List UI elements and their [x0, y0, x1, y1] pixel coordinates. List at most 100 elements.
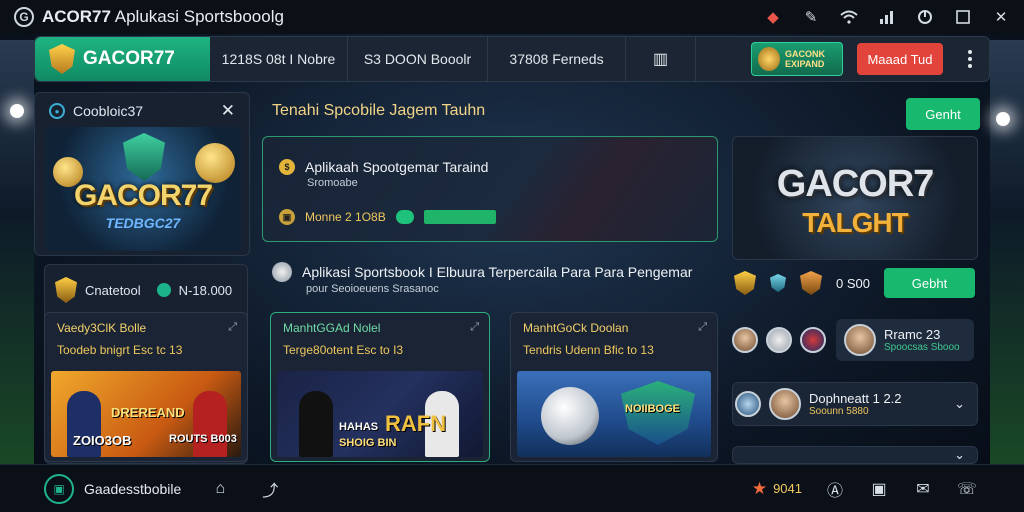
card-image: RAFN HAHAS SHOIG BIN: [277, 371, 483, 457]
brand-logo[interactable]: GACOR77: [35, 37, 210, 81]
image-caption: SHOIG BIN: [339, 437, 397, 449]
star-icon[interactable]: ★: [752, 479, 767, 499]
hero-title: GACOR77: [73, 179, 213, 212]
match-list-item[interactable]: Dophneatt 1 2.2 Soounn 5880 ⌄: [732, 382, 978, 426]
main-hero-banner[interactable]: GACOR7 TALGHT: [732, 136, 978, 260]
maximize-icon[interactable]: [954, 8, 972, 26]
power-icon[interactable]: [916, 8, 934, 26]
coin-icon: $: [279, 159, 295, 175]
trophy-icon: [758, 47, 780, 71]
soccer-ball-icon: [541, 387, 599, 445]
support-icon[interactable]: ☏: [956, 479, 978, 499]
sidebar-title: Coobloic37: [73, 103, 144, 119]
chevron-down-icon[interactable]: ⌄: [954, 396, 965, 412]
alert-icon[interactable]: ◆: [764, 8, 782, 26]
match-name: Dophneatt 1 2.2: [809, 391, 902, 406]
image-caption: NOIIBOGE: [625, 403, 681, 415]
image-caption: ROUTS B003: [169, 433, 237, 445]
share-icon[interactable]: ⤴: [259, 477, 281, 501]
section-title: Aplikasi Sportsbook I Elbuura Terpercail…: [302, 264, 693, 280]
top-navigation: GACOR77 1218S 08t I Nobre S3 DOON Booolr…: [34, 36, 990, 82]
sidebar-hero-banner[interactable]: GACOR77 TEDBGC27: [45, 127, 241, 251]
team-badge-icon: [800, 327, 826, 353]
team-badge-icon: [800, 271, 822, 295]
app-logo-icon: G: [14, 7, 34, 27]
promo-line: GACONK: [785, 49, 825, 59]
mail-icon[interactable]: ✉: [912, 479, 934, 499]
close-icon[interactable]: ✕: [992, 8, 1010, 26]
window-titlebar: G ACOR77 Aplukasi Sportsbooolg ◆ ✎ ✕: [0, 0, 1024, 34]
nav-tab[interactable]: 1218S 08t I Nobre: [210, 37, 348, 81]
top-action-button[interactable]: Genht: [906, 98, 980, 130]
signal-icon[interactable]: [878, 8, 896, 26]
window-title: ACOR77 Aplukasi Sportsbooolg: [42, 7, 284, 26]
team-badge-icon: [735, 391, 761, 417]
more-menu-icon[interactable]: [951, 50, 989, 68]
image-caption: HAHAS: [339, 421, 379, 433]
card-title: ManhtGGAd Nolel: [283, 321, 381, 335]
page-title: Tenahi Spcobile Jagem Tauhn: [272, 102, 486, 119]
status-dot-icon: [156, 283, 171, 297]
match-card[interactable]: ManhtGoCk Doolan ⤢ Tendris Udenn Bfic to…: [510, 312, 718, 462]
expand-icon[interactable]: ⤢: [698, 321, 707, 334]
points-value: 9041: [773, 481, 802, 496]
feature-balance: Monne 2 1O8B: [305, 210, 386, 224]
wallet-icon: ▣: [279, 209, 295, 225]
register-button[interactable]: Maaad Tud: [857, 43, 943, 75]
home-icon[interactable]: ⌂: [209, 480, 231, 498]
wifi-icon[interactable]: [840, 8, 858, 26]
floodlight: [996, 112, 1010, 126]
toggle-switch[interactable]: [395, 210, 414, 224]
team-badge-icon: [55, 277, 77, 303]
android-icon[interactable]: Ⓐ: [824, 477, 846, 501]
expand-icon[interactable]: ⤢: [470, 321, 479, 334]
floodlight: [10, 104, 24, 118]
match-card[interactable]: ManhtGGAd Nolel ⤢ Terge80otent Esc to I3…: [270, 312, 490, 462]
sidebar-promo-panel: ● Coobloic37 ✕ GACOR77 TEDBGC27: [34, 92, 250, 256]
brand-name: GACOR77: [83, 48, 175, 69]
nav-tab[interactable]: 37808 Ferneds: [488, 37, 626, 81]
player-figure: [193, 391, 227, 457]
team-badge-icon: [770, 274, 786, 292]
feature-card[interactable]: $ Aplikaah Spootgemar Taraind Sromoabe ▣…: [262, 136, 718, 242]
hero-subtitle: TEDBGC27: [105, 215, 181, 231]
avatar: [844, 324, 876, 356]
feature-title: Aplikaah Spootgemar Taraind: [305, 159, 489, 175]
match-list-item[interactable]: ⌄: [732, 446, 978, 464]
match-name: Rramc 23: [884, 327, 941, 342]
image-caption: ZOIO3OB: [73, 433, 132, 448]
bet-button[interactable]: Gebht: [884, 268, 975, 298]
match-list-item[interactable]: Rramc 23 Spoocsas Sbooo: [732, 318, 978, 362]
action-bar-button[interactable]: [423, 210, 496, 224]
odds-value: 0 S00: [836, 275, 870, 291]
promo-button[interactable]: GACONK EXIPAND: [751, 42, 843, 76]
hero-title: GACOR7: [776, 163, 935, 205]
search-icon[interactable]: ●: [49, 103, 65, 119]
chevron-down-icon[interactable]: ⌄: [954, 447, 965, 463]
trash-icon[interactable]: ▥: [626, 37, 696, 81]
card-title: ManhtGoCk Doolan: [523, 321, 629, 335]
avatar: [766, 327, 792, 353]
odds-label: Cnatetool: [85, 282, 141, 298]
football-icon: [272, 262, 292, 282]
bottom-bar: ▣ Gaadesstbobile ⌂ ⤴ ★ 9041 Ⓐ ▣ ✉ ☏: [0, 464, 1024, 512]
section-subtitle: pour Seoioeuens Srasanoc: [306, 283, 439, 295]
bottom-app-label: Gaadesstbobile: [84, 480, 182, 497]
wallet-icon[interactable]: ▣: [868, 479, 890, 499]
nav-tab[interactable]: S3 DOON Booolr: [348, 37, 488, 81]
match-subtitle: Soounn 5880: [809, 406, 869, 417]
avatar: [769, 388, 801, 420]
shield-icon: [49, 44, 75, 74]
match-card[interactable]: Vaedy3ClK Bolle ⤢ Toodeb bnigrt Esc tc 1…: [44, 312, 248, 462]
image-caption: DREREAND: [111, 405, 185, 420]
expand-icon[interactable]: ⤢: [228, 321, 237, 334]
card-subtitle: Tendris Udenn Bfic to 13: [523, 343, 654, 357]
avatar: [732, 327, 758, 353]
pen-icon[interactable]: ✎: [802, 8, 820, 26]
odds-value: N-18.000: [178, 282, 233, 298]
app-logo-icon[interactable]: ▣: [44, 473, 74, 504]
promo-line: EXIPAND: [785, 59, 825, 69]
hero-subtitle: TALGHT: [802, 207, 908, 238]
card-subtitle: Toodeb bnigrt Esc tc 13: [57, 343, 183, 357]
close-icon[interactable]: ✕: [221, 101, 235, 121]
